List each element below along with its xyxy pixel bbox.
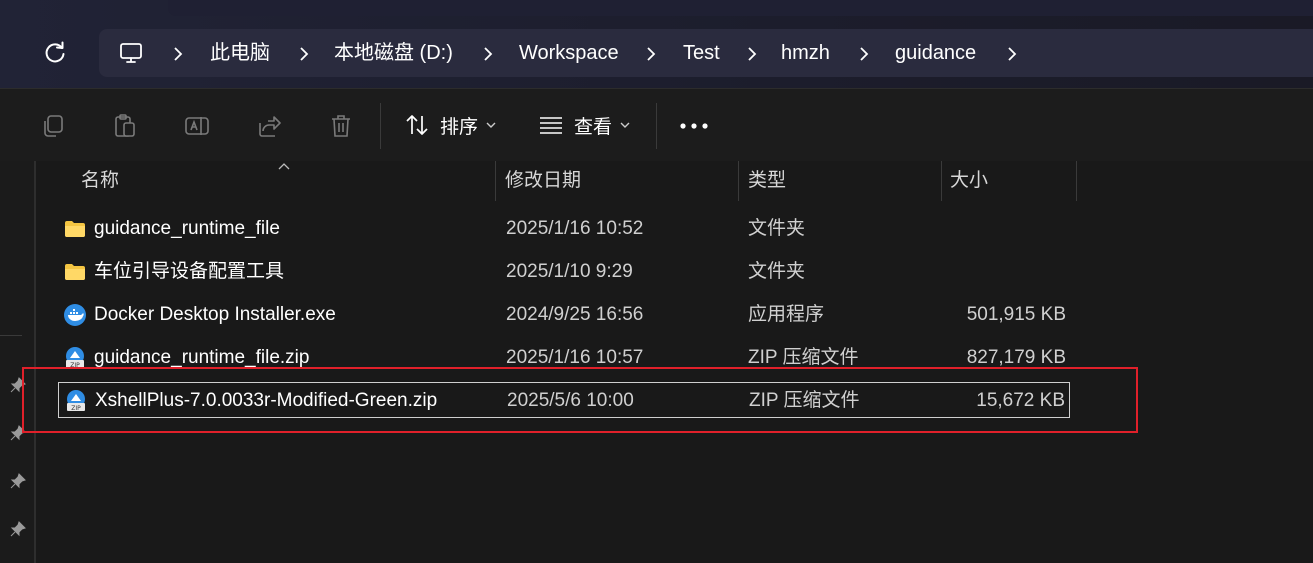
column-header-type[interactable]: 类型: [748, 161, 786, 201]
chevron-right-icon[interactable]: [299, 47, 309, 61]
file-type: 文件夹: [748, 261, 806, 282]
view-button[interactable]: 查看: [538, 105, 630, 145]
refresh-icon[interactable]: [42, 40, 68, 66]
rename-icon[interactable]: [184, 113, 210, 139]
more-options-icon[interactable]: [680, 123, 708, 129]
sort-button[interactable]: 排序: [404, 105, 496, 145]
breadcrumb-item[interactable]: 本地磁盘 (D:): [334, 29, 453, 77]
view-list-icon: [540, 117, 562, 134]
file-row[interactable]: Docker Desktop Installer.exe 2024/9/25 1…: [58, 297, 1070, 333]
chevron-right-icon[interactable]: [1007, 47, 1017, 61]
highlight-box: [22, 367, 1138, 433]
address-bar[interactable]: 此电脑 本地磁盘 (D:) Workspace Test hmzh guidan…: [99, 29, 1313, 77]
breadcrumb-item[interactable]: Test: [683, 29, 720, 77]
column-divider[interactable]: [1076, 161, 1077, 201]
file-type: 应用程序: [748, 304, 825, 325]
navigation-pane[interactable]: [0, 161, 36, 563]
breadcrumb-item[interactable]: guidance: [895, 29, 976, 77]
chevron-right-icon[interactable]: [173, 47, 183, 61]
file-date: 2024/9/25 16:56: [506, 304, 644, 325]
file-name: Docker Desktop Installer.exe: [94, 304, 336, 325]
chevron-right-icon[interactable]: [646, 47, 656, 61]
folder-icon: [65, 264, 85, 280]
folder-icon: [65, 221, 85, 237]
chevron-right-icon[interactable]: [483, 47, 493, 61]
command-bar: 排序 查看: [0, 88, 1313, 162]
column-header-date[interactable]: 修改日期: [505, 161, 581, 201]
zip-icon: ZIP: [66, 347, 84, 369]
sort-ascending-icon: [278, 163, 290, 170]
docker-icon: [64, 304, 86, 326]
file-date: 2025/1/10 9:29: [506, 261, 633, 282]
chevron-down-icon: [486, 122, 496, 128]
sort-icon: [406, 115, 428, 135]
file-row[interactable]: 车位引导设备配置工具 2025/1/10 9:29 文件夹: [58, 254, 1070, 290]
paste-icon[interactable]: [112, 113, 138, 139]
file-name: 车位引导设备配置工具: [94, 261, 285, 282]
chevron-right-icon[interactable]: [859, 47, 869, 61]
copy-icon[interactable]: [40, 113, 66, 139]
breadcrumb-item[interactable]: 此电脑: [210, 29, 270, 77]
column-divider[interactable]: [941, 161, 942, 201]
sort-label: 排序: [440, 116, 479, 138]
chevron-down-icon: [620, 122, 630, 128]
pin-icon[interactable]: [10, 521, 26, 537]
pin-icon[interactable]: [10, 473, 26, 489]
nav-divider: [0, 335, 22, 336]
file-name: guidance_runtime_file: [94, 218, 280, 239]
column-header-row: 名称 修改日期 类型 大小: [36, 161, 1077, 201]
file-type: 文件夹: [748, 218, 806, 239]
file-list[interactable]: 名称 修改日期 类型 大小 guidance_runtime_file 2025…: [36, 161, 1313, 563]
tab-strip: [168, 0, 1313, 16]
file-date: 2025/1/16 10:52: [506, 218, 644, 239]
share-icon[interactable]: [256, 113, 282, 139]
toolbar-separator: [380, 103, 381, 149]
file-row[interactable]: guidance_runtime_file 2025/1/16 10:52 文件…: [58, 211, 1070, 247]
column-header-size[interactable]: 大小: [950, 161, 988, 201]
column-divider[interactable]: [495, 161, 496, 201]
column-divider[interactable]: [738, 161, 739, 201]
breadcrumb-item[interactable]: hmzh: [781, 29, 830, 77]
file-size: 501,915 KB: [966, 304, 1066, 325]
breadcrumb-item[interactable]: Workspace: [519, 29, 619, 77]
view-label: 查看: [574, 116, 613, 138]
column-header-name[interactable]: 名称: [81, 161, 119, 201]
delete-icon[interactable]: [328, 113, 354, 139]
toolbar-separator: [656, 103, 657, 149]
this-pc-icon[interactable]: [119, 41, 143, 65]
chevron-right-icon[interactable]: [747, 47, 757, 61]
